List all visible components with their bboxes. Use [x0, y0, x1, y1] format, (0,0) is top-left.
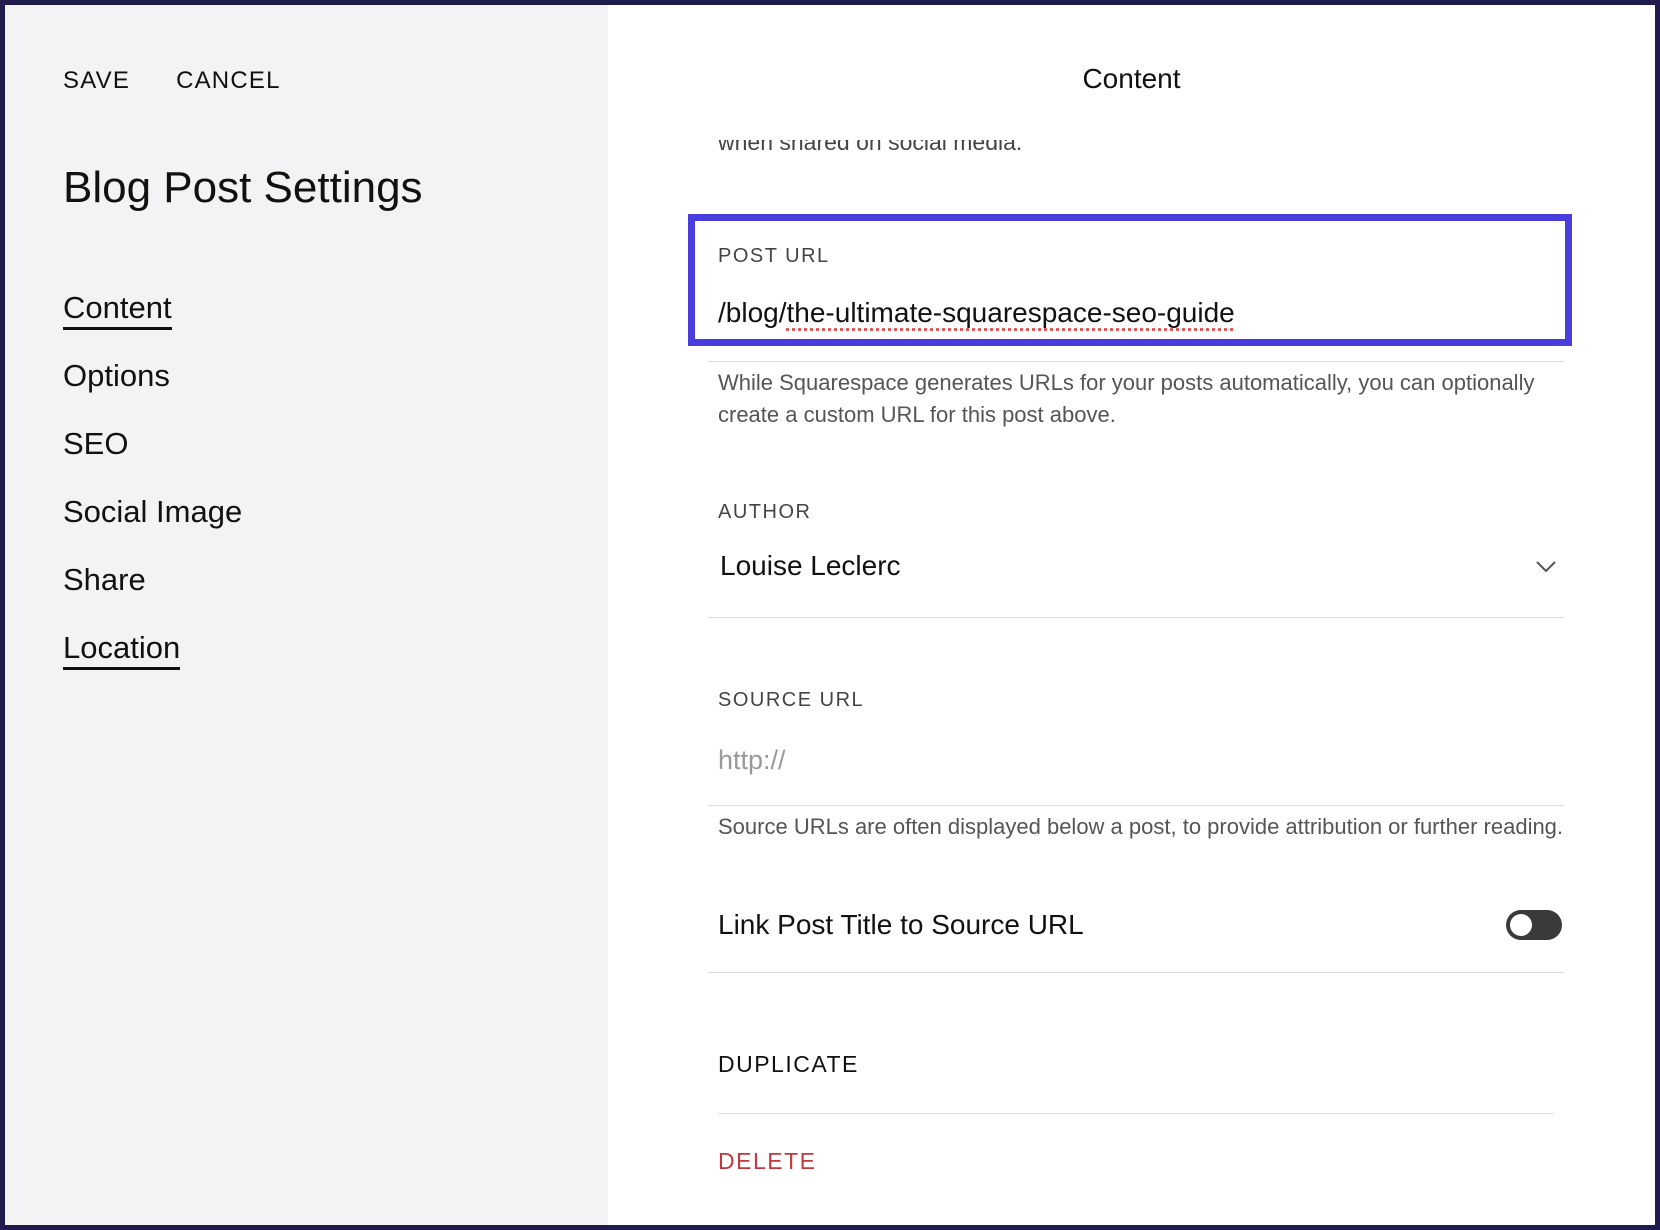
nav-item-seo[interactable]: SEO: [63, 424, 242, 492]
source-url-label: SOURCE URL: [718, 689, 865, 711]
nav-item-label: Social Image: [63, 494, 243, 529]
toggle-knob: [1510, 914, 1532, 936]
nav-item-social-image[interactable]: Social Image: [63, 492, 242, 560]
toolbar: SAVE CANCEL: [63, 67, 281, 95]
nav-item-share[interactable]: Share: [63, 560, 242, 628]
author-label: AUTHOR: [718, 501, 812, 523]
nav-item-label: Options: [63, 358, 170, 393]
divider: [708, 617, 1564, 618]
nav-item-label: Location: [63, 630, 181, 670]
duplicate-button[interactable]: DUPLICATE: [718, 1051, 859, 1078]
delete-button[interactable]: DELETE: [718, 1148, 816, 1175]
nav-item-options[interactable]: Options: [63, 356, 242, 424]
settings-nav: Content Options SEO Social Image Share L…: [63, 288, 242, 696]
clipped-help-text-content: when shared on social media.: [718, 140, 1023, 155]
nav-item-label: Content: [63, 290, 172, 330]
link-title-toggle[interactable]: [1506, 910, 1562, 940]
divider: [708, 361, 1564, 362]
author-value: Louise Leclerc: [720, 550, 901, 581]
page-title: Blog Post Settings: [63, 163, 423, 212]
content-panel: Content when shared on social media. POS…: [608, 5, 1655, 1225]
author-select[interactable]: Louise Leclerc: [708, 543, 1564, 589]
post-url-help: While Squarespace generates URLs for you…: [718, 370, 1535, 427]
post-url-prefix: /blog/: [718, 297, 787, 328]
post-url-slug: the-ultimate-squarespace-seo-guide: [786, 297, 1235, 328]
divider: [708, 972, 1564, 973]
nav-item-label: SEO: [63, 426, 129, 461]
nav-item-location[interactable]: Location: [63, 628, 242, 696]
source-url-help: Source URLs are often displayed below a …: [718, 814, 1564, 839]
link-title-row: Link Post Title to Source URL: [718, 909, 1564, 941]
panel-title: Content: [1082, 63, 1181, 94]
source-url-input[interactable]: [718, 745, 1498, 776]
save-button[interactable]: SAVE: [63, 67, 130, 95]
divider: [708, 805, 1564, 806]
divider: [718, 1113, 1554, 1114]
cancel-button[interactable]: CANCEL: [176, 67, 281, 95]
chevron-down-icon: [1536, 561, 1556, 573]
sidebar: SAVE CANCEL Blog Post Settings Content O…: [5, 5, 608, 1225]
nav-item-content[interactable]: Content: [63, 288, 242, 356]
post-url-label: POST URL: [718, 245, 830, 267]
link-title-label: Link Post Title to Source URL: [718, 909, 1084, 940]
app-window: SAVE CANCEL Blog Post Settings Content O…: [0, 0, 1660, 1230]
clipped-help-text: when shared on social media.: [718, 140, 1022, 164]
post-url-input[interactable]: /blog/the-ultimate-squarespace-seo-guide: [718, 297, 1498, 329]
nav-item-label: Share: [63, 562, 146, 597]
